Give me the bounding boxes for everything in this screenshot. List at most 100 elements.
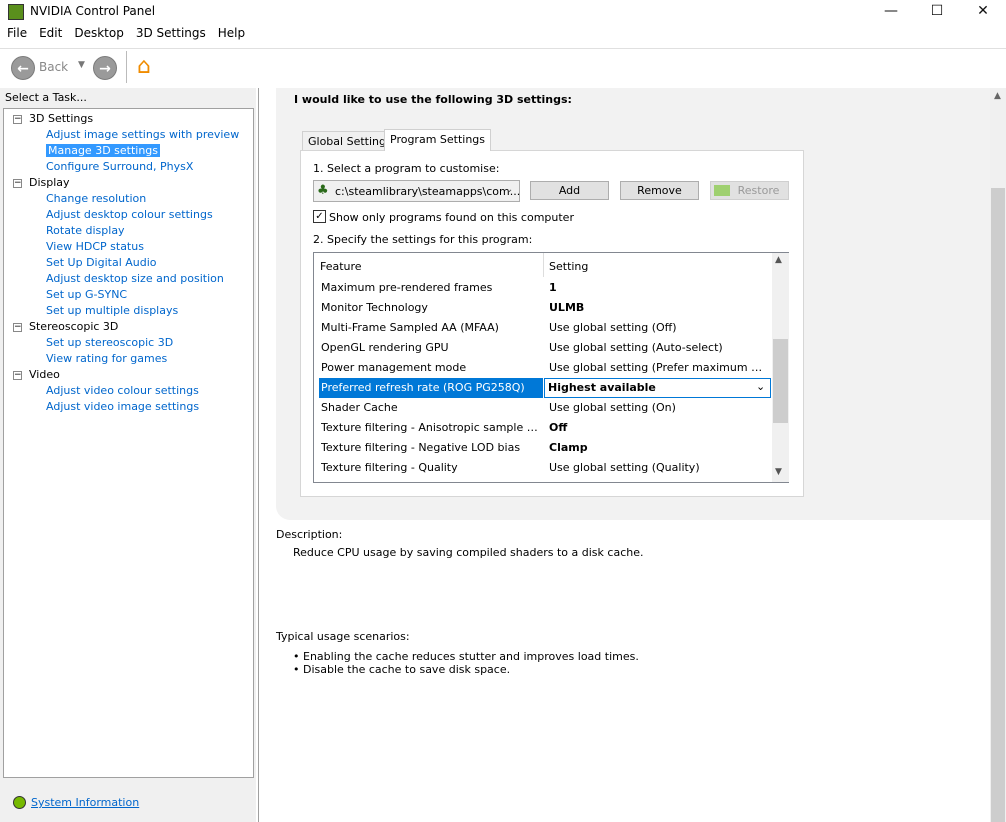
collapse-icon[interactable]: − [13, 371, 22, 380]
step2-label: 2. Specify the settings for this program… [313, 233, 533, 246]
usage-item: • Enabling the cache reduces stutter and… [293, 650, 639, 663]
menu-bar: File Edit Desktop 3D Settings Help [0, 26, 1006, 46]
tree-category[interactable]: Stereoscopic 3D [29, 320, 118, 333]
feature-cell: Preferred refresh rate (ROG PG258Q) [319, 378, 543, 398]
tree-item[interactable]: Rotate display [46, 224, 125, 237]
usage-item: • Disable the cache to save disk space. [293, 663, 511, 676]
tree-item[interactable]: View rating for games [46, 352, 167, 365]
chevron-down-icon: ⌄ [505, 184, 514, 195]
settings-row[interactable]: Texture filtering - Quality Use global se… [314, 458, 772, 478]
chevron-down-icon[interactable]: ⌄ [756, 380, 765, 393]
tree-item[interactable]: Set up stereoscopic 3D [46, 336, 173, 349]
minimize-button[interactable]: — [868, 0, 914, 24]
collapse-icon[interactable]: − [13, 323, 22, 332]
restore-label: Restore [737, 184, 780, 197]
home-icon[interactable]: ⌂ [137, 54, 151, 79]
setting-cell[interactable]: Highest available [544, 378, 771, 398]
title-bar: NVIDIA Control Panel — ☐ ✕ [0, 0, 1006, 24]
tree-item[interactable]: Change resolution [46, 192, 146, 205]
feature-cell: Power management mode [321, 361, 467, 374]
program-value: c:\steamlibrary\steamapps\com... [335, 185, 521, 198]
tab-program-settings[interactable]: Program Settings [384, 129, 492, 151]
grid-scroll-thumb[interactable] [773, 339, 788, 423]
settings-row[interactable]: Monitor Technology ULMB [314, 298, 772, 318]
scroll-down-icon[interactable]: ▼ [775, 467, 782, 477]
menu-desktop[interactable]: Desktop [74, 26, 124, 40]
tree-item[interactable]: Set Up Digital Audio [46, 256, 157, 269]
task-tree[interactable]: −3D Settings Adjust image settings with p… [3, 108, 254, 778]
usage-label: Typical usage scenarios: [276, 630, 410, 643]
step1-label: 1. Select a program to customise: [313, 162, 500, 175]
tree-category[interactable]: 3D Settings [29, 112, 93, 125]
program-icon: ♣ [317, 183, 329, 198]
collapse-icon[interactable]: − [13, 179, 22, 188]
maximize-button[interactable]: ☐ [914, 0, 960, 24]
settings-grid[interactable]: Feature Setting Maximum pre-rendered fra… [313, 252, 789, 483]
tree-item[interactable]: Adjust desktop colour settings [46, 208, 213, 221]
tree-item[interactable]: Adjust image settings with preview [46, 128, 239, 141]
column-header-feature[interactable]: Feature [320, 260, 362, 273]
column-divider [543, 253, 544, 277]
settings-heading: I would like to use the following 3D set… [294, 93, 572, 106]
tree-item[interactable]: Set up G-SYNC [46, 288, 127, 301]
usage-text: Enabling the cache reduces stutter and i… [303, 650, 639, 663]
nvidia-app-icon [8, 4, 24, 20]
menu-help[interactable]: Help [218, 26, 245, 40]
main-scrollbar[interactable]: ▲ [990, 88, 1006, 822]
show-only-checkbox[interactable]: ✓ [313, 210, 326, 223]
tree-item[interactable]: Adjust video image settings [46, 400, 199, 413]
tree-item[interactable]: View HDCP status [46, 240, 144, 253]
tree-item[interactable]: Configure Surround, PhysX [46, 160, 193, 173]
show-only-label: Show only programs found on this compute… [329, 211, 574, 224]
feature-cell: Maximum pre-rendered frames [321, 281, 493, 294]
feature-cell: Texture filtering - Quality [321, 461, 458, 474]
settings-row[interactable]: Multi-Frame Sampled AA (MFAA) Use global … [314, 318, 772, 338]
setting-cell: Clamp [549, 441, 588, 454]
close-button[interactable]: ✕ [960, 0, 1006, 24]
menu-edit[interactable]: Edit [39, 26, 62, 40]
scroll-up-icon[interactable]: ▲ [994, 91, 1001, 101]
task-pane-header: Select a Task... [5, 91, 87, 104]
description-text: Reduce CPU usage by saving compiled shad… [293, 546, 644, 559]
restore-button: Restore [710, 181, 789, 200]
settings-row[interactable]: Texture filtering - Negative LOD bias Cla… [314, 438, 772, 458]
nvidia-logo-icon [714, 185, 730, 196]
program-dropdown[interactable]: ♣ c:\steamlibrary\steamapps\com... ⌄ [313, 180, 520, 202]
scroll-up-icon[interactable]: ▲ [775, 255, 782, 265]
feature-cell: Shader Cache [321, 401, 398, 414]
tree-item[interactable]: Set up multiple displays [46, 304, 178, 317]
toolbar: ← Back ▼ → ⌂ [0, 48, 1006, 86]
setting-cell: 1 [549, 281, 557, 294]
settings-row[interactable]: Texture filtering - Anisotropic sample o… [314, 418, 772, 438]
back-button[interactable]: Back [39, 60, 68, 74]
tree-item[interactable]: Manage 3D settings [46, 144, 161, 157]
settings-row[interactable]: OpenGL rendering GPU Use global setting (… [314, 338, 772, 358]
feature-cell: Monitor Technology [321, 301, 428, 314]
toolbar-divider [126, 51, 127, 83]
remove-button[interactable]: Remove [620, 181, 699, 200]
settings-row[interactable]: Preferred refresh rate (ROG PG258Q) Highe… [314, 378, 772, 398]
column-header-setting[interactable]: Setting [549, 260, 588, 273]
main-scroll-thumb[interactable] [991, 188, 1005, 822]
add-button[interactable]: Add [530, 181, 609, 200]
tree-item[interactable]: Adjust desktop size and position [46, 272, 224, 285]
settings-row[interactable]: Maximum pre-rendered frames 1 [314, 278, 772, 298]
grid-scrollbar[interactable]: ▲ ▼ [772, 253, 789, 482]
tree-item[interactable]: Adjust video colour settings [46, 384, 199, 397]
menu-3d-settings[interactable]: 3D Settings [136, 26, 206, 40]
tree-category[interactable]: Video [29, 368, 60, 381]
window-title: NVIDIA Control Panel [30, 4, 156, 18]
setting-cell: Use global setting (On) [549, 401, 676, 414]
feature-cell: Texture filtering - Negative LOD bias [321, 441, 521, 454]
forward-arrow-icon[interactable]: → [93, 56, 117, 80]
menu-file[interactable]: File [7, 26, 27, 40]
back-arrow-icon[interactable]: ← [11, 56, 35, 80]
settings-row[interactable]: Shader Cache Use global setting (On) [314, 398, 772, 418]
description-label: Description: [276, 528, 343, 541]
collapse-icon[interactable]: − [13, 115, 22, 124]
settings-row[interactable]: Power management mode Use global setting … [314, 358, 772, 378]
setting-cell: Off [549, 421, 568, 434]
tree-category[interactable]: Display [29, 176, 70, 189]
system-information-link[interactable]: System Information [31, 796, 139, 809]
back-dropdown-icon[interactable]: ▼ [78, 60, 85, 70]
